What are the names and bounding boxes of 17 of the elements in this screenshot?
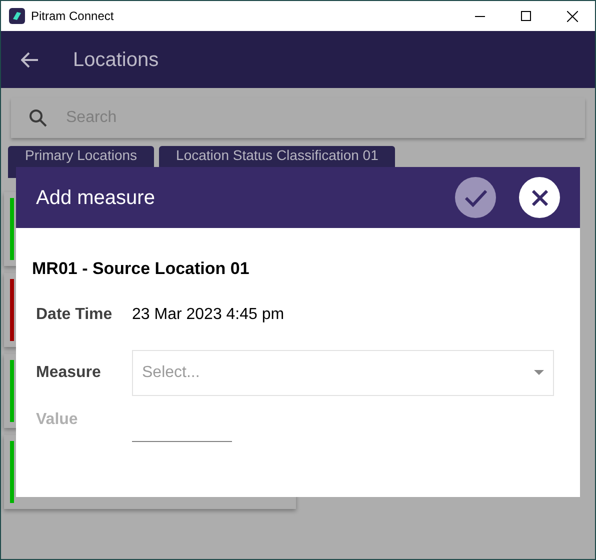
page-title: Locations (73, 48, 159, 72)
field-label: Date Time (36, 304, 114, 324)
location-name: MR01 - Source Location 01 (32, 258, 250, 280)
field-label: Value (36, 410, 79, 430)
check-icon (464, 188, 486, 206)
dropdown-caret-icon (534, 370, 544, 375)
close-icon (566, 10, 578, 22)
app-logo-icon (9, 8, 25, 24)
maximize-icon (521, 11, 531, 21)
dialog-title: Add measure (36, 186, 155, 210)
field-label: Measure (36, 362, 102, 382)
window-title: Pitram Connect (31, 8, 114, 25)
back-arrow-icon (21, 52, 39, 68)
close-icon (532, 190, 548, 206)
date-time-value: 23 Mar 2023 4:45 pm (132, 304, 284, 324)
close-dialog-button[interactable] (519, 177, 560, 218)
search-icon (29, 109, 47, 127)
